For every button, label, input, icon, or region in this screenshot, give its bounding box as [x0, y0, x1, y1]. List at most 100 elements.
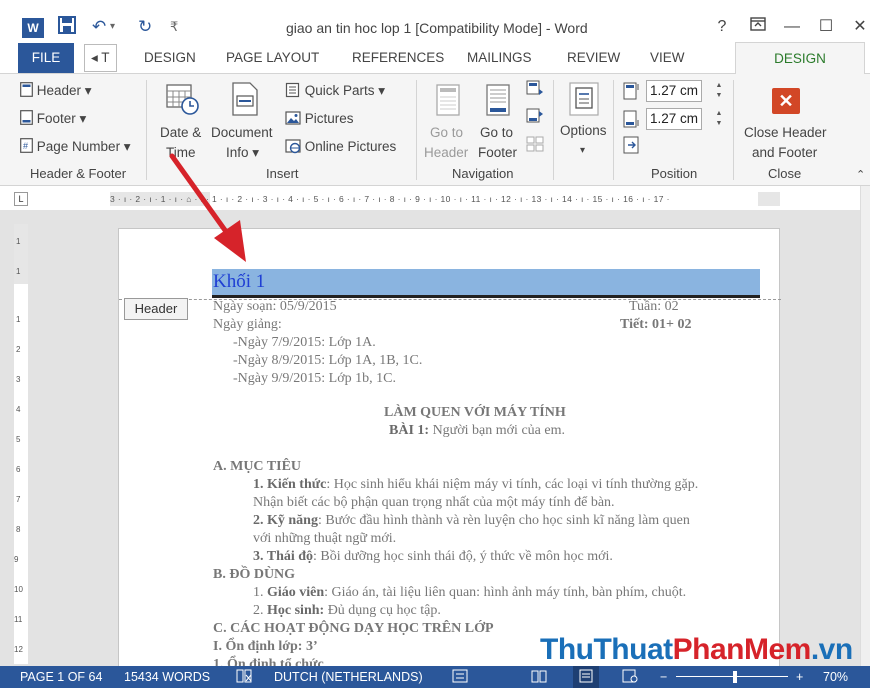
doc-bold: 3. Thái độ: [253, 549, 314, 564]
document-info-label-1[interactable]: Document: [211, 124, 273, 142]
language[interactable]: DUTCH (NETHERLANDS): [274, 666, 423, 688]
ribbon-display-options-button[interactable]: [746, 16, 770, 38]
link-to-previous-icon[interactable]: [526, 136, 544, 155]
zoom-slider-track[interactable]: [676, 676, 788, 677]
tab-review[interactable]: REVIEW: [567, 42, 620, 74]
tab-view[interactable]: VIEW: [650, 42, 685, 74]
close-window-button[interactable]: ✕: [848, 16, 870, 38]
web-layout-icon[interactable]: [622, 666, 638, 688]
collapse-ribbon-icon[interactable]: ⌃: [856, 166, 865, 184]
footer-position-input[interactable]: 1.27 cm: [646, 108, 702, 130]
header-button[interactable]: Header ▾: [20, 82, 92, 100]
macro-icon[interactable]: [452, 666, 468, 688]
options-caret-icon[interactable]: ▾: [580, 142, 585, 160]
vertical-scrollbar[interactable]: [860, 186, 870, 666]
doc-line[interactable]: Ngày soạn: 05/9/2015: [213, 298, 337, 316]
page-number-button[interactable]: # Page Number ▾: [20, 138, 131, 156]
document-info-icon[interactable]: [232, 82, 258, 119]
minimize-button[interactable]: —: [780, 16, 804, 38]
tab-page-layout[interactable]: PAGE LAYOUT: [226, 42, 319, 74]
zoom-out-button[interactable]: −: [660, 666, 667, 688]
window-title: giao an tin hoc lop 1 [Compatibility Mod…: [286, 20, 588, 36]
undo-dropdown-icon[interactable]: ▾: [110, 16, 115, 38]
zoom-in-button[interactable]: +: [796, 666, 803, 688]
doc-line[interactable]: Tiết: 01+ 02: [620, 316, 692, 334]
doc-title[interactable]: LÀM QUEN VỚI MÁY TÍNH: [384, 404, 566, 422]
word-count[interactable]: 15434 WORDS: [124, 666, 210, 688]
go-to-header-label-2[interactable]: Header: [424, 144, 468, 162]
go-to-footer-icon[interactable]: [486, 84, 510, 119]
save-icon[interactable]: [58, 16, 76, 40]
zoom-level[interactable]: 70%: [823, 666, 848, 688]
header-position-spinner[interactable]: ▲ ▼: [712, 81, 726, 103]
read-mode-icon[interactable]: [531, 666, 547, 688]
header-text[interactable]: Khối 1: [213, 270, 265, 294]
tab-mailings[interactable]: MAILINGS: [467, 42, 532, 74]
date-time-icon[interactable]: [166, 82, 200, 119]
zoom-slider-thumb[interactable]: [733, 671, 738, 683]
doc-line[interactable]: 1. Ổn định tổ chức: [213, 656, 324, 666]
tab-selector-button[interactable]: L: [14, 192, 28, 206]
options-label[interactable]: Options: [560, 122, 607, 140]
word-app-icon[interactable]: W: [22, 18, 44, 38]
watermark-part: Thuat: [593, 633, 673, 666]
quick-parts-button[interactable]: Quick Parts ▾: [285, 82, 385, 100]
doc-line[interactable]: Ngày giảng:: [213, 316, 282, 334]
document-info-label-2[interactable]: Info ▾: [226, 144, 259, 162]
doc-bold: BÀI 1:: [389, 423, 430, 438]
doc-line[interactable]: với những thuật ngữ mới.: [253, 530, 396, 548]
tab-file[interactable]: FILE: [18, 43, 74, 73]
document-page[interactable]: Khối 1 Header Ngày soạn: 05/9/2015 Tuần:…: [118, 228, 781, 666]
customize-qat-icon[interactable]: ₹: [170, 16, 178, 38]
doc-line[interactable]: 3. Thái độ: Bồi dưỡng học sinh thái độ, …: [253, 548, 613, 566]
header-position-input[interactable]: 1.27 cm: [646, 80, 702, 102]
close-header-footer-label-1[interactable]: Close Header: [744, 124, 827, 142]
doc-heading[interactable]: C. CÁC HOẠT ĐỘNG DẠY HỌC TRÊN LỚP: [213, 620, 494, 638]
online-pictures-button[interactable]: Online Pictures: [285, 138, 396, 156]
redo-icon[interactable]: ↻: [138, 16, 152, 38]
watermark-part: .vn: [810, 633, 853, 666]
date-time-label-2[interactable]: Time: [166, 144, 196, 162]
go-to-header-icon[interactable]: [436, 84, 460, 119]
doc-line[interactable]: Nhận biết các bộ phận quan trọng nhất củ…: [253, 494, 615, 512]
footer-position-spinner[interactable]: ▲ ▼: [712, 109, 726, 131]
doc-subtitle[interactable]: BÀI 1: Người bạn mới của em.: [389, 422, 565, 440]
page-count[interactable]: PAGE 1 OF 64: [20, 666, 102, 688]
close-header-footer-icon[interactable]: ✕: [772, 88, 800, 114]
date-time-label-1[interactable]: Date &: [160, 124, 201, 142]
doc-line[interactable]: -Ngày 8/9/2015: Lớp 1A, 1B, 1C.: [233, 352, 422, 370]
doc-line[interactable]: -Ngày 7/9/2015: Lớp 1A.: [233, 334, 376, 352]
proofing-icon[interactable]: [236, 666, 252, 688]
tab-references[interactable]: REFERENCES: [352, 42, 444, 74]
group-separator: [733, 80, 734, 180]
print-layout-icon[interactable]: [573, 666, 599, 688]
go-to-footer-label-2[interactable]: Footer: [478, 144, 517, 162]
doc-line[interactable]: Tuần: 02: [629, 298, 679, 316]
go-to-header-label-1[interactable]: Go to: [430, 124, 463, 142]
doc-heading[interactable]: A. MỤC TIÊU: [213, 458, 301, 476]
previous-section-icon[interactable]: [526, 80, 544, 99]
insert-alignment-tab-icon[interactable]: [623, 136, 641, 157]
doc-line[interactable]: -Ngày 9/9/2015: Lớp 1b, 1C.: [233, 370, 396, 388]
doc-line[interactable]: 2. Kỹ năng: Bước đầu hình thành và rèn l…: [253, 512, 690, 530]
close-header-footer-label-2[interactable]: and Footer: [752, 144, 817, 162]
tab-scroll-left[interactable]: ◂ T: [84, 44, 117, 72]
footer-button[interactable]: Footer ▾: [20, 110, 86, 128]
tab-header-footer-design[interactable]: DESIGN: [735, 42, 865, 75]
maximize-button[interactable]: ☐: [814, 16, 838, 38]
next-section-icon[interactable]: [526, 108, 544, 127]
options-icon[interactable]: [569, 82, 599, 119]
doc-heading[interactable]: B. ĐỒ DÙNG: [213, 566, 295, 584]
undo-icon[interactable]: ↶: [92, 16, 106, 38]
vertical-ruler[interactable]: 1 1 1 2 3 4 5 6 7 8 9 10 11 12: [14, 224, 28, 664]
status-bar: PAGE 1 OF 64 15434 WORDS DUTCH (NETHERLA…: [0, 666, 870, 688]
help-button[interactable]: ?: [710, 16, 734, 38]
tab-design[interactable]: DESIGN: [144, 42, 196, 74]
pictures-button[interactable]: Pictures: [285, 110, 354, 128]
group-label-header-footer: Header & Footer: [30, 166, 127, 181]
doc-line[interactable]: 2. Học sinh: Đủ dụng cụ học tập.: [253, 602, 441, 620]
doc-heading[interactable]: I. Ổn định lớp: 3’: [213, 638, 318, 656]
doc-line[interactable]: 1. Giáo viên: Giáo án, tài liệu liên qua…: [253, 584, 686, 602]
doc-line[interactable]: 1. Kiến thức: Học sinh hiểu khái niệm má…: [253, 476, 698, 494]
go-to-footer-label-1[interactable]: Go to: [480, 124, 513, 142]
